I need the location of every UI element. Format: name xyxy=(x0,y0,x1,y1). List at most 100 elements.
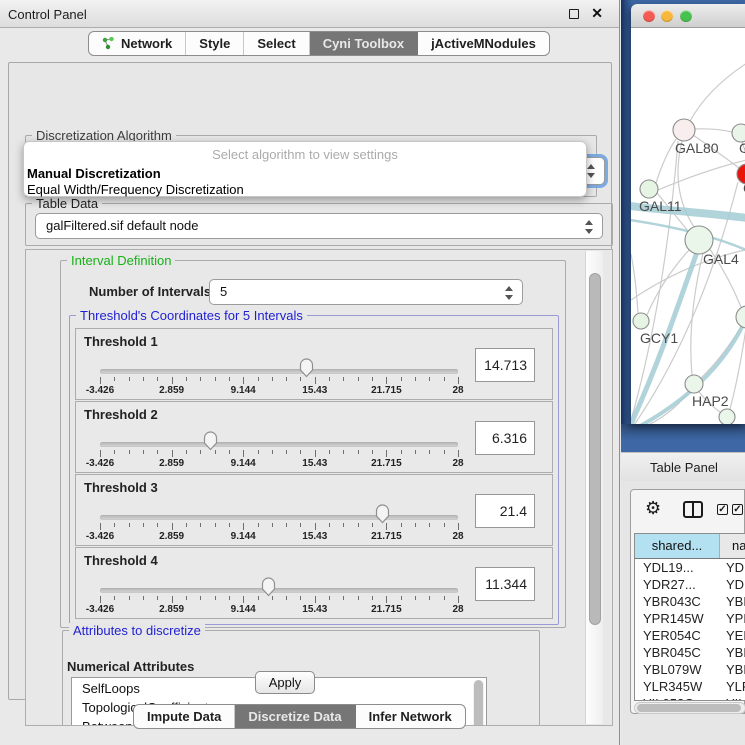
slider-handle[interactable] xyxy=(298,358,315,378)
cell-name[interactable]: YBR0 xyxy=(720,593,745,610)
settings-vertical-scrollbar[interactable] xyxy=(585,251,603,724)
threshold-value-field[interactable]: 14.713 xyxy=(475,348,535,382)
tab-discretize-data[interactable]: Discretize Data xyxy=(235,705,355,728)
attributes-scrollbar[interactable] xyxy=(473,680,484,726)
column-header-shared[interactable]: shared... xyxy=(635,534,720,558)
algorithm-option-equal-width[interactable]: Equal Width/Frequency Discretization xyxy=(27,182,244,197)
cell-shared-name[interactable]: YDR27... xyxy=(635,576,720,593)
tab-network[interactable]: Network xyxy=(89,32,186,55)
slider-handle[interactable] xyxy=(260,577,277,597)
network-node[interactable] xyxy=(719,409,735,424)
threshold-panel-4: Threshold 4-3.4262.8599.14415.4321.71528… xyxy=(75,547,553,619)
table-row[interactable]: YBR045CYBR0 xyxy=(635,644,745,661)
network-node-gal4[interactable] xyxy=(685,226,713,254)
scrollbar-thumb[interactable] xyxy=(637,704,741,712)
cell-name[interactable]: YLR3 xyxy=(720,678,745,695)
network-edge[interactable] xyxy=(694,129,732,132)
network-node-label: GA xyxy=(739,140,745,156)
close-traffic-light-icon[interactable] xyxy=(643,10,655,22)
control-panel-titlebar: Control Panel ✕ xyxy=(0,0,619,28)
threshold-value-field[interactable]: 6.316 xyxy=(475,421,535,455)
cell-shared-name[interactable]: YER054C xyxy=(635,627,720,644)
scrollbar-thumb[interactable] xyxy=(589,273,601,625)
apply-button[interactable]: Apply xyxy=(255,671,315,694)
close-icon[interactable]: ✕ xyxy=(591,5,603,22)
gear-icon[interactable]: ⚙ xyxy=(645,498,661,519)
table-panel-title: Table Panel xyxy=(650,460,718,475)
cell-name[interactable]: YDL1 xyxy=(720,559,745,576)
slider-ticks xyxy=(100,596,458,604)
table-row[interactable]: YBL079WYBL0 xyxy=(635,661,745,678)
cell-shared-name[interactable]: YPR145W xyxy=(635,610,720,627)
cell-name[interactable]: YDR2 xyxy=(720,576,745,593)
cell-name[interactable]: YER0 xyxy=(720,627,745,644)
control-panel-title: Control Panel xyxy=(8,7,87,22)
network-edge[interactable] xyxy=(701,327,741,378)
cell-shared-name[interactable]: YIL052C xyxy=(635,695,720,701)
zoom-traffic-light-icon[interactable] xyxy=(680,10,692,22)
slider-tick-labels: -3.4262.8599.14415.4321.71528 xyxy=(100,458,458,470)
slider-ticks xyxy=(100,450,458,458)
network-node-h[interactable] xyxy=(736,306,745,328)
table-row[interactable]: YPR145WYPR1 xyxy=(635,610,745,627)
table-row[interactable]: YDL19...YDL1 xyxy=(635,559,745,576)
thresholds-group: Threshold's Coordinates for 5 Intervals … xyxy=(69,315,559,625)
threshold-label: Threshold 1 xyxy=(84,334,158,349)
cell-shared-name[interactable]: YDL19... xyxy=(635,559,720,576)
right-side: GAL80GACGAL11GAL4GCY1HHAP2 Table Panel ⚙… xyxy=(621,0,745,745)
network-edge[interactable] xyxy=(631,254,638,313)
checkbox-icon[interactable]: ✓ xyxy=(717,504,728,515)
cell-name[interactable]: YIL0 xyxy=(720,695,745,701)
table-row[interactable]: YER054CYER0 xyxy=(635,627,745,644)
tab-select[interactable]: Select xyxy=(244,32,309,55)
algorithm-option-manual[interactable]: Manual Discretization xyxy=(27,166,161,181)
column-header-name[interactable]: na xyxy=(720,534,745,558)
float-window-icon[interactable] xyxy=(569,9,579,19)
cell-name[interactable]: YPR1 xyxy=(720,610,745,627)
minimize-traffic-light-icon[interactable] xyxy=(661,10,673,22)
network-edge[interactable] xyxy=(690,58,745,121)
checkbox-icon[interactable]: ✓ xyxy=(732,504,743,515)
number-of-intervals-combobox[interactable]: 5 xyxy=(209,279,523,305)
slider-track[interactable] xyxy=(100,515,458,520)
tab-cyni-toolbox[interactable]: Cyni Toolbox xyxy=(310,32,418,55)
network-node-hap2[interactable] xyxy=(685,375,703,393)
network-node-gal11[interactable] xyxy=(640,180,658,198)
network-node-gal80[interactable] xyxy=(673,119,695,141)
table-row[interactable]: YLR345WYLR3 xyxy=(635,678,745,695)
slider-track[interactable] xyxy=(100,588,458,593)
tab-infer-network[interactable]: Infer Network xyxy=(356,705,465,728)
table-data-group: Table Data galFiltered.sif default node xyxy=(25,203,613,246)
network-node-gcy1[interactable] xyxy=(633,313,649,329)
threshold-panel-2: Threshold 2-3.4262.8599.14415.4321.71528… xyxy=(75,401,553,473)
slider-track[interactable] xyxy=(100,369,458,374)
threshold-panel-1: Threshold 1-3.4262.8599.14415.4321.71528… xyxy=(75,328,553,400)
cell-shared-name[interactable]: YBL079W xyxy=(635,661,720,678)
control-panel-tabbar: Network Style Select Cyni Toolbox jActiv… xyxy=(88,31,550,56)
table-horizontal-scrollbar[interactable] xyxy=(634,702,745,714)
network-edge[interactable] xyxy=(647,250,689,315)
cell-shared-name[interactable]: YBR043C xyxy=(635,593,720,610)
cell-shared-name[interactable]: YBR045C xyxy=(635,644,720,661)
node-attribute-table[interactable]: shared... na YDL19...YDL1YDR27...YDR2YBR… xyxy=(634,533,745,701)
slider-handle[interactable] xyxy=(202,431,219,451)
table-row[interactable]: YDR27...YDR2 xyxy=(635,576,745,593)
tab-jactivemnodules[interactable]: jActiveMNodules xyxy=(418,32,549,55)
threshold-value-field[interactable]: 21.4 xyxy=(475,494,535,528)
network-edge[interactable] xyxy=(656,139,676,183)
slider-handle[interactable] xyxy=(374,504,391,524)
table-data-combobox[interactable]: galFiltered.sif default node xyxy=(35,213,603,239)
threshold-value-field[interactable]: 11.344 xyxy=(475,567,535,601)
cell-name[interactable]: YBL0 xyxy=(720,661,745,678)
tab-impute-data[interactable]: Impute Data xyxy=(134,705,235,728)
slider-ticks xyxy=(100,523,458,531)
network-canvas[interactable]: GAL80GACGAL11GAL4GCY1HHAP2 xyxy=(631,28,745,424)
cell-shared-name[interactable]: YLR345W xyxy=(635,678,720,695)
cell-name[interactable]: YBR0 xyxy=(720,644,745,661)
table-row[interactable]: YBR043CYBR0 xyxy=(635,593,745,610)
table-row[interactable]: YIL052CYIL0 xyxy=(635,695,745,701)
slider-track[interactable] xyxy=(100,442,458,447)
network-view-window[interactable]: GAL80GACGAL11GAL4GCY1HHAP2 xyxy=(631,4,745,424)
tab-style[interactable]: Style xyxy=(186,32,244,55)
split-columns-icon[interactable] xyxy=(683,501,703,518)
